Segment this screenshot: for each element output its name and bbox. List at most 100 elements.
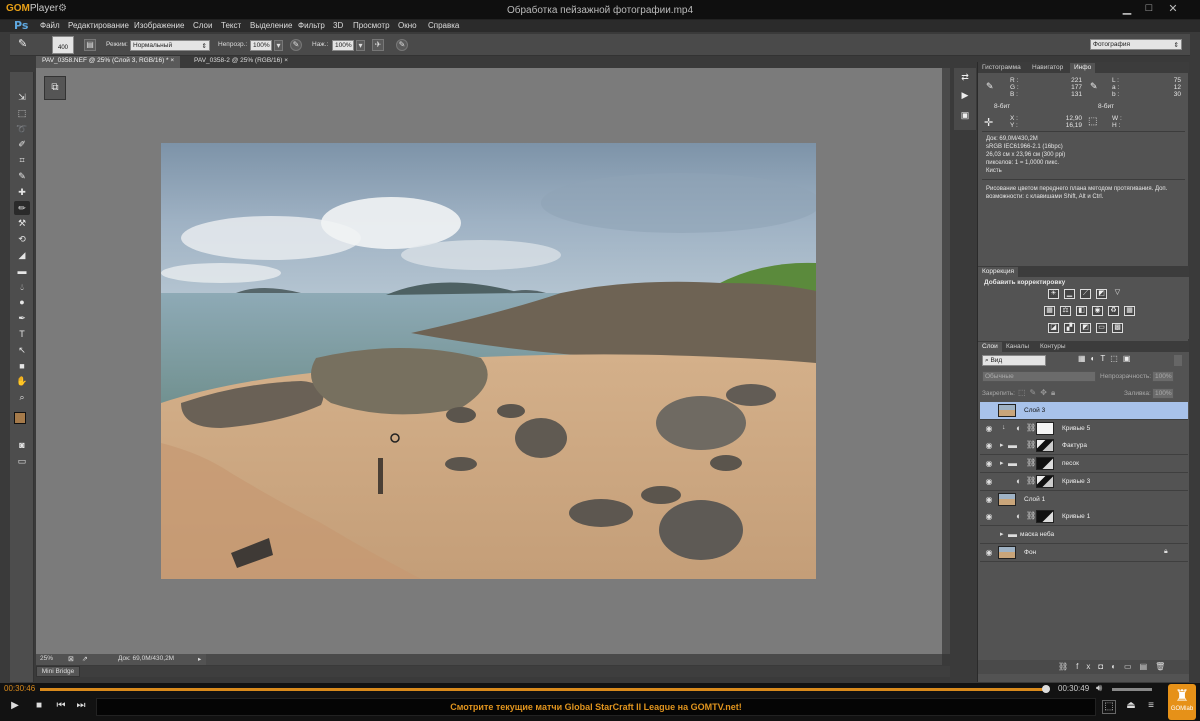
photo-filter-icon[interactable]: ◉ [1092, 306, 1103, 316]
menu-type[interactable]: Текст [221, 21, 241, 30]
visibility-eye-icon[interactable]: ◉ [984, 512, 994, 522]
shape-tool-icon[interactable]: ■ [14, 359, 30, 373]
airbrush-icon[interactable]: ✈ [372, 39, 384, 51]
playlist-icon[interactable]: ⬚ [1102, 700, 1116, 714]
gomlab-button[interactable]: ♜ GOMlab [1168, 684, 1196, 720]
gradient-map-icon[interactable]: ▭ [1096, 323, 1107, 333]
pen-tool-icon[interactable]: ✒ [14, 311, 30, 325]
layer-row[interactable]: ◉ ◐ ⛓ Кривые 1 [980, 508, 1188, 527]
zoom-tool-icon[interactable]: ⌕ [14, 390, 30, 404]
video-frame[interactable]: Ps Файл Редактирование Изображение Слои … [0, 20, 1200, 683]
layer-actions-icons[interactable]: ⛓fx◘◐▭▤🗑︎ [1058, 662, 1173, 671]
workspace-select[interactable]: Фотография ⇕ [1090, 39, 1182, 50]
vibrance-icon[interactable]: ▽ [1112, 289, 1123, 299]
exposure-icon[interactable]: ◩ [1096, 289, 1107, 299]
visibility-eye-icon[interactable] [984, 406, 994, 416]
eject-icon[interactable]: ⏏ [1124, 700, 1138, 714]
visibility-eye-icon[interactable]: ◉ [984, 441, 994, 451]
hue-sat-icon[interactable]: ▦ [1044, 306, 1055, 316]
threshold-icon[interactable]: ◩ [1080, 323, 1091, 333]
minimize-icon[interactable]: ▁ [1118, 2, 1136, 17]
next-icon[interactable]: ⏭ [74, 700, 88, 714]
menu-3d[interactable]: 3D [333, 21, 343, 30]
tab-adjustments[interactable]: Коррекция [978, 267, 1018, 277]
group-expand-icon[interactable]: ▸ [1000, 459, 1004, 467]
move-tool-icon[interactable]: ⇲ [14, 90, 30, 104]
channel-mixer-icon[interactable]: ♻ [1108, 306, 1119, 316]
clone-stamp-tool-icon[interactable]: ⚒ [14, 216, 30, 230]
fill-input[interactable]: 100% [1152, 388, 1174, 399]
tab-paths[interactable]: Контуры [1036, 342, 1070, 352]
stop-icon[interactable]: ■ [32, 700, 46, 714]
mini-bridge-tab[interactable]: Mini Bridge [36, 666, 80, 677]
flow-input[interactable]: 100% [332, 40, 354, 51]
volume-slider[interactable] [1112, 688, 1152, 691]
invert-icon[interactable]: ◪ [1048, 323, 1059, 333]
close-tab-icon[interactable]: × [170, 57, 174, 64]
color-lookup-icon[interactable]: ▦ [1124, 306, 1135, 316]
mask-link-icon[interactable]: ⛓ [1026, 511, 1036, 520]
posterize-icon[interactable]: ▞ [1064, 323, 1075, 333]
selective-color-icon[interactable]: ▩ [1112, 323, 1123, 333]
volume-icon[interactable]: 🔊︎ [1096, 683, 1102, 694]
mask-link-icon[interactable]: ⛓ [1026, 476, 1036, 485]
color-balance-icon[interactable]: ⚖ [1060, 306, 1071, 316]
landscape-photo[interactable] [161, 143, 816, 579]
marquee-tool-icon[interactable]: ⬚ [14, 106, 30, 120]
opacity-dropdown-icon[interactable]: ▾ [274, 40, 283, 51]
layer-row[interactable]: ◉ ▸ ▬ ⛓ Фактура [980, 437, 1188, 456]
layer-row[interactable]: ◉ ↓ ◐ ⛓ Кривые 5 [980, 419, 1188, 438]
close-icon[interactable]: ✕ [1164, 2, 1182, 17]
tab-document-2[interactable]: PAV_0358-2 @ 25% (RGB/16) × [188, 56, 294, 68]
foreground-color-swatch[interactable] [14, 412, 26, 424]
horizontal-scrollbar[interactable] [206, 654, 942, 665]
brush-tool-icon[interactable]: ✏ [14, 200, 30, 215]
gradient-tool-icon[interactable]: ▬ [14, 264, 30, 278]
visibility-eye-icon[interactable]: ◉ [984, 424, 994, 434]
layer-comps-icon[interactable]: ▣ [958, 110, 972, 124]
layer-mask-thumbnail[interactable] [1036, 439, 1054, 453]
hand-tool-icon[interactable]: ✋ [14, 374, 30, 388]
history-brush-tool-icon[interactable]: ⟲ [14, 232, 30, 246]
lock-icons[interactable]: ⬚✎✥🔒︎ [1018, 388, 1059, 398]
play-icon[interactable]: ▶ [8, 700, 22, 714]
menu-layers[interactable]: Слои [193, 21, 212, 30]
menu-window[interactable]: Окно [398, 21, 417, 30]
visibility-eye-icon[interactable]: ◉ [984, 495, 994, 505]
menu-file[interactable]: Файл [40, 21, 60, 30]
vertical-scrollbar[interactable] [942, 68, 950, 654]
layer-row[interactable]: ▸ ▬ маска неба [980, 525, 1188, 544]
layer-mask-thumbnail[interactable] [1036, 457, 1054, 471]
status-menu-icon[interactable]: ⊠ [68, 655, 74, 663]
quick-mask-icon[interactable]: ◙ [14, 438, 30, 452]
healing-brush-tool-icon[interactable]: ✚ [14, 185, 30, 199]
status-expand-icon[interactable]: ▸ [198, 655, 201, 663]
status-share-icon[interactable]: ⇗ [82, 655, 88, 663]
layer-row[interactable]: ◉ ▸ ▬ ⛓ песок [980, 455, 1188, 474]
dodge-tool-icon[interactable]: ● [14, 295, 30, 309]
visibility-eye-icon[interactable]: ◉ [984, 548, 994, 558]
maximize-icon[interactable]: □ [1140, 2, 1158, 17]
curves-icon[interactable]: ⟋ [1080, 289, 1091, 299]
layer-mask-thumbnail[interactable] [1036, 510, 1054, 524]
tab-navigator[interactable]: Навигатор [1028, 63, 1067, 73]
brightness-icon[interactable]: ☀ [1048, 289, 1059, 299]
layer-filter-icons[interactable]: ▦◐T⬚▣ [1078, 354, 1135, 363]
zoom-level[interactable]: 25% [40, 655, 53, 662]
clone-source-panel-icon[interactable]: ⧉ [44, 76, 66, 100]
layer-mask-thumbnail[interactable] [1036, 474, 1054, 488]
close-tab-icon[interactable]: × [284, 57, 288, 64]
history-panel-icon[interactable]: ⇄ [958, 72, 972, 86]
tab-info[interactable]: Инфо [1070, 63, 1096, 73]
layer-row[interactable]: Слой 3 [980, 402, 1188, 420]
mask-link-icon[interactable]: ⛓ [1026, 440, 1036, 449]
group-expand-icon[interactable]: ▸ [1000, 441, 1004, 449]
tab-histogram[interactable]: Гистограмма [978, 63, 1025, 73]
tab-document-1[interactable]: PAV_0358.NEF @ 25% (Слой 3, RGB/16) * × [36, 56, 181, 68]
brush-panel-toggle-icon[interactable]: ▤ [84, 39, 96, 51]
quick-select-tool-icon[interactable]: ✐ [14, 137, 30, 151]
actions-play-icon[interactable]: ▶ [958, 90, 972, 104]
layer-opacity-input[interactable]: 100% [1152, 371, 1174, 382]
mode-select[interactable]: Нормальный ⇕ [130, 40, 210, 51]
layer-row[interactable]: ◉ Слой 1 [980, 490, 1188, 509]
